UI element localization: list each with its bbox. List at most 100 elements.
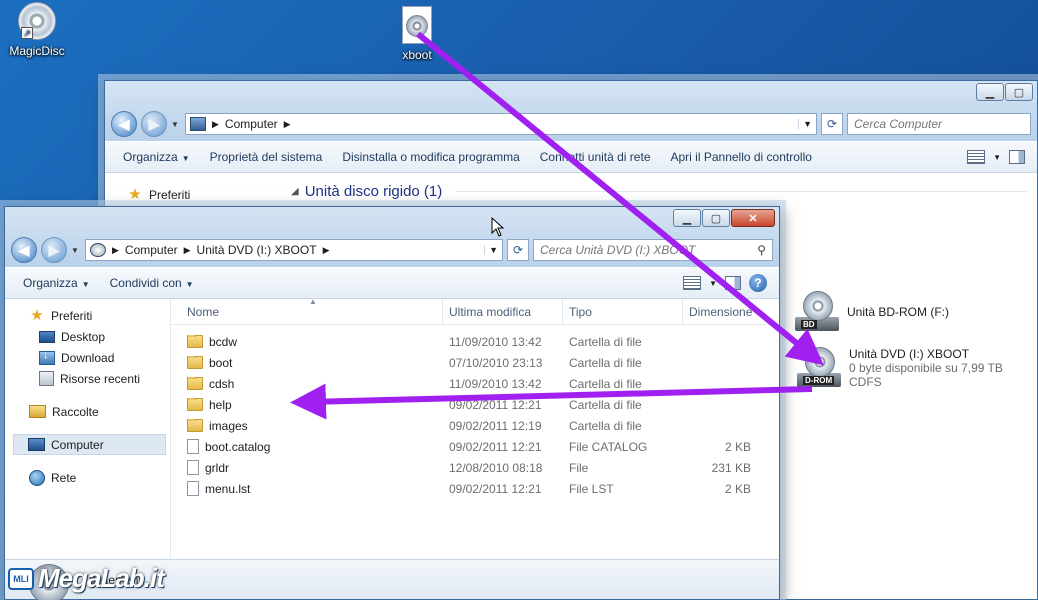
search-input[interactable] [854,117,1024,131]
address-bar[interactable]: ▶ Computer ▶ Unità DVD (I:) XBOOT ▶ ▼ [85,239,503,261]
minimize-button[interactable]: ▁ [976,83,1004,101]
mouse-cursor-icon [491,217,505,237]
file-size: 231 KB [711,460,751,475]
file-row[interactable]: help 09/02/2011 12:21 Cartella di file [171,394,779,415]
refresh-button[interactable]: ⟳ [507,239,529,261]
folder-icon [187,376,203,390]
file-row[interactable]: menu.lst 09/02/2011 12:21 File LST 2 KB [171,478,779,499]
file-name: boot [209,355,233,370]
file-type: Cartella di file [569,397,642,412]
nav-recent[interactable]: Risorse recenti [5,368,170,389]
maximize-button[interactable]: ▢ [702,209,730,227]
forward-button[interactable]: ▶ [141,111,167,137]
uninstall-program-button[interactable]: Disinstalla o modifica programma [332,146,529,168]
file-icon [187,481,199,496]
system-properties-button[interactable]: Proprietà del sistema [200,146,333,168]
file-row[interactable]: grldr 12/08/2010 08:18 File 231 KB [171,457,779,478]
file-date: 11/09/2010 13:42 [449,376,542,391]
search-box[interactable] [847,113,1031,135]
address-bar[interactable]: ▶ Computer ▶ ▼ [185,113,817,135]
back-button[interactable]: ◀ [11,237,37,263]
search-icon[interactable]: ⚲ [757,243,766,257]
drive-bd-rom[interactable]: BD Unità BD-ROM (F:) [795,291,949,331]
file-row[interactable]: cdsh 11/09/2010 13:42 Cartella di file [171,373,779,394]
forward-button[interactable]: ▶ [41,237,67,263]
desktop-icon [39,330,55,343]
address-dropdown[interactable]: ▼ [484,245,498,255]
file-type: File LST [569,481,614,496]
column-type[interactable]: Tipo [563,299,683,324]
file-date: 11/09/2010 13:42 [449,334,542,349]
nav-favorites[interactable]: ★ Preferiti [5,305,170,326]
refresh-button[interactable]: ⟳ [821,113,843,135]
file-type: Cartella di file [569,376,642,391]
file-date: 09/02/2011 12:19 [449,418,542,433]
file-size: 2 KB [724,481,751,496]
nav-download[interactable]: Download [5,347,170,368]
file-name: cdsh [209,376,235,391]
column-date[interactable]: Ultima modifica [443,299,563,324]
breadcrumb-computer[interactable]: Computer [225,117,278,131]
organize-menu[interactable]: Organizza ▼ [13,272,100,294]
preview-pane-icon[interactable] [725,276,741,290]
nav-network[interactable]: Rete [5,467,170,488]
organize-menu[interactable]: Organizza ▼ [113,146,200,168]
dvd-icon [90,243,106,257]
help-icon[interactable]: ? [749,274,767,292]
folder-icon [187,334,203,348]
open-control-panel-button[interactable]: Apri il Pannello di controllo [661,146,822,168]
section-hard-drives[interactable]: ◢ Unità disco rigido (1) [291,183,1027,200]
nav-favorites[interactable]: ★ Preferiti [127,187,269,202]
file-date: 09/02/2011 12:21 [449,439,542,454]
watermark: MLI MegaLab.it [8,563,165,594]
file-row[interactable]: boot.catalog 09/02/2011 12:21 File CATALOG… [171,436,779,457]
titlebar[interactable]: ▁ ▢ ✕ [5,207,779,233]
file-row[interactable]: boot 07/10/2010 23:13 Cartella di file [171,352,779,373]
titlebar[interactable]: ▁ ▢ [105,81,1037,107]
iso-file-icon [402,6,432,44]
file-row[interactable]: bcdw 11/09/2010 13:42 Cartella di file [171,331,779,352]
breadcrumb-computer[interactable]: Computer [125,243,178,257]
network-icon [29,469,45,486]
history-dropdown[interactable]: ▼ [171,120,181,129]
computer-icon [190,117,206,131]
bd-drive-icon: BD [795,291,839,331]
view-options-icon[interactable] [967,150,986,164]
file-type: Cartella di file [569,355,642,370]
column-size[interactable]: Dimensione [683,299,773,324]
file-name: boot.catalog [205,439,271,454]
minimize-button[interactable]: ▁ [673,209,701,227]
desktop-icon-magicdisc[interactable]: ↗ MagicDisc [0,2,77,58]
desktop-icon-label: xboot [402,48,432,62]
maximize-button[interactable]: ▢ [1005,83,1033,101]
nav-desktop[interactable]: Desktop [5,326,170,347]
address-dropdown[interactable]: ▼ [798,119,812,129]
breadcrumb-dvd[interactable]: Unità DVD (I:) XBOOT [197,243,317,257]
nav-libraries[interactable]: Raccolte [5,401,170,422]
file-type: Cartella di file [569,334,642,349]
column-name[interactable]: Nome [171,299,443,324]
file-row[interactable]: images 09/02/2011 12:19 Cartella di file [171,415,779,436]
folder-icon [187,355,203,369]
search-input[interactable] [540,243,758,257]
shortcut-arrow-icon: ↗ [21,27,33,39]
share-with-menu[interactable]: Condividi con ▼ [100,272,204,294]
file-type: Cartella di file [569,418,642,433]
column-headers: ▲ Nome Ultima modifica Tipo Dimensione [171,297,779,325]
preview-pane-icon[interactable] [1009,150,1025,164]
disc-shortcut-icon: ↗ [18,2,56,40]
view-options-icon[interactable] [683,276,702,290]
search-box[interactable]: ⚲ [533,239,773,261]
map-network-drive-button[interactable]: Connetti unità di rete [530,146,661,168]
drive-dvd-xboot[interactable]: D-ROM Unità DVD (I:) XBOOT 0 byte dispon… [797,347,1003,389]
desktop-icon-label: MagicDisc [9,44,65,58]
desktop-icon-xboot[interactable]: xboot [377,6,457,62]
back-button[interactable]: ◀ [111,111,137,137]
navigation-pane: ★Preferiti Desktop Download Risorse rece… [5,299,171,599]
nav-computer[interactable]: Computer [13,434,166,455]
file-date: 09/02/2011 12:21 [449,397,542,412]
file-size: 2 KB [724,439,751,454]
close-button[interactable]: ✕ [731,209,775,227]
dvd-drive-icon: D-ROM [797,347,841,387]
history-dropdown[interactable]: ▼ [71,246,81,255]
